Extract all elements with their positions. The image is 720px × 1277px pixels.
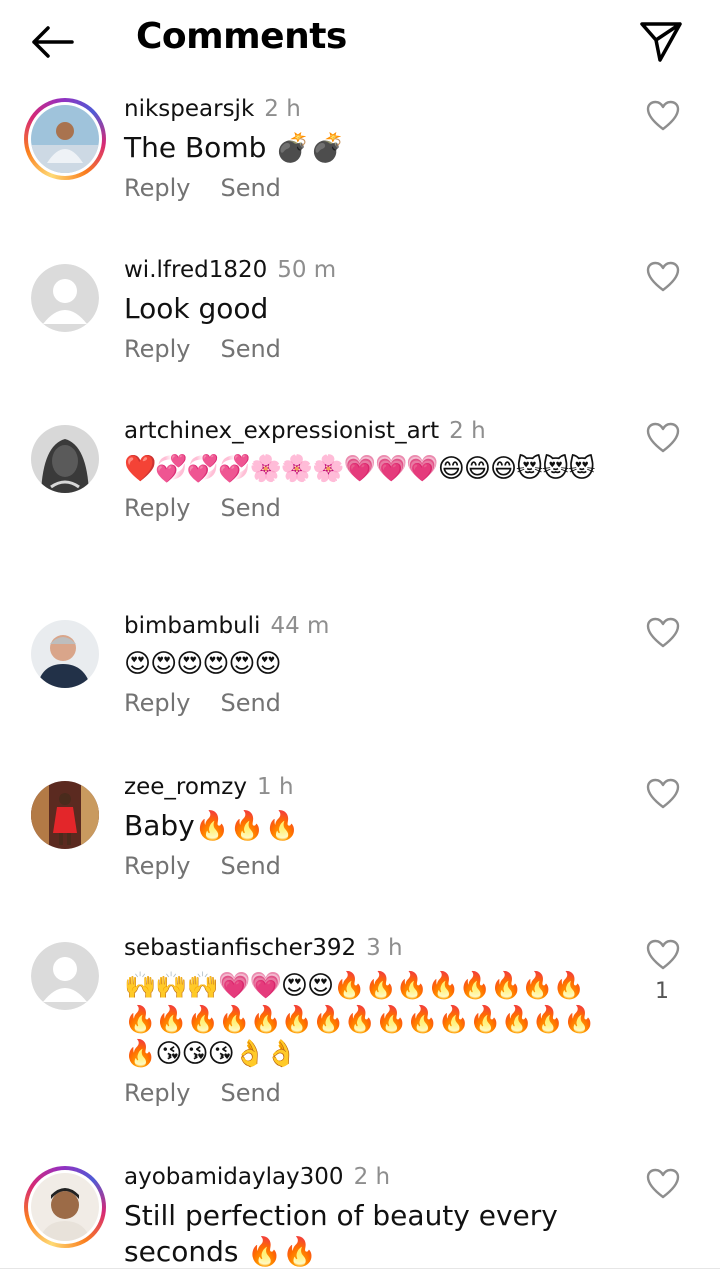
back-arrow-icon[interactable] — [28, 22, 76, 62]
divider — [0, 1268, 720, 1269]
avatar[interactable] — [24, 257, 106, 339]
reply-button[interactable]: Reply — [124, 689, 190, 717]
comment-item: zee_romzy 1 h Baby🔥🔥🔥 Reply Send — [0, 760, 720, 921]
comment-username[interactable]: artchinex_expressionist_art — [124, 418, 439, 444]
send-icon[interactable] — [636, 18, 684, 64]
comment-item: nikspearsjk 2 h The Bomb 💣💣 Reply Send — [0, 82, 720, 243]
header: Comments — [0, 0, 720, 82]
comment-time: 44 m — [270, 613, 330, 639]
comment-text: Baby🔥🔥🔥 — [124, 809, 300, 842]
send-button[interactable]: Send — [220, 1079, 280, 1107]
reply-button[interactable]: Reply — [124, 494, 190, 522]
comment-item: sebastianfischer392 3 h 🙌🙌🙌💗💗😍😍🔥🔥🔥🔥🔥🔥🔥🔥🔥🔥… — [0, 921, 720, 1150]
heart-icon[interactable] — [646, 778, 680, 810]
comment-item: artchinex_expressionist_art 2 h ❤️💞💞💞🌸🌸🌸💗… — [0, 404, 720, 599]
avatar[interactable] — [24, 774, 106, 856]
comment-item: bimbambuli 44 m 😍😍😍😍😍😍 Reply Send — [0, 599, 720, 760]
comment-item: ayobamidaylay300 2 h Still perfection of … — [0, 1150, 720, 1277]
page-title: Comments — [136, 16, 347, 57]
like-count: 1 — [655, 979, 669, 1004]
reply-button[interactable]: Reply — [124, 335, 190, 363]
send-button[interactable]: Send — [220, 174, 280, 202]
send-button[interactable]: Send — [220, 689, 280, 717]
heart-icon[interactable] — [646, 1168, 680, 1200]
avatar[interactable] — [24, 98, 106, 180]
reply-button[interactable]: Reply — [124, 852, 190, 880]
send-button[interactable]: Send — [220, 335, 280, 363]
heart-icon[interactable] — [646, 261, 680, 293]
comment-username[interactable]: ayobamidaylay300 — [124, 1164, 344, 1190]
avatar[interactable] — [24, 613, 106, 695]
reply-button[interactable]: Reply — [124, 174, 190, 202]
comment-text: Still perfection of beauty every seconds… — [124, 1199, 558, 1268]
comment-time: 2 h — [449, 418, 486, 444]
comment-username[interactable]: nikspearsjk — [124, 96, 254, 122]
heart-icon[interactable] — [646, 939, 680, 971]
comment-time: 1 h — [257, 774, 294, 800]
avatar[interactable] — [24, 418, 106, 500]
comment-time: 2 h — [264, 96, 301, 122]
comment-time: 50 m — [277, 257, 337, 283]
heart-icon[interactable] — [646, 100, 680, 132]
heart-icon[interactable] — [646, 422, 680, 454]
comment-time: 3 h — [366, 935, 403, 961]
comment-username[interactable]: sebastianfischer392 — [124, 935, 356, 961]
send-button[interactable]: Send — [220, 494, 280, 522]
comment-text: 🙌🙌🙌💗💗😍😍🔥🔥🔥🔥🔥🔥🔥🔥🔥🔥🔥🔥🔥🔥🔥🔥🔥🔥🔥🔥🔥🔥🔥🔥😘😘😘👌👌 — [124, 971, 596, 1069]
avatar[interactable] — [24, 935, 106, 1017]
heart-icon[interactable] — [646, 617, 680, 649]
comment-list[interactable]: nikspearsjk 2 h The Bomb 💣💣 Reply Send wi.… — [0, 82, 720, 1277]
avatar[interactable] — [24, 1166, 106, 1248]
comment-text: ❤️💞💞💞🌸🌸🌸💗💗💗😄😄😄😻😻😻 — [124, 454, 595, 484]
comment-text: Look good — [124, 292, 269, 325]
send-button[interactable]: Send — [220, 852, 280, 880]
comment-username[interactable]: zee_romzy — [124, 774, 247, 800]
comment-item: wi.lfred1820 50 m Look good Reply Send — [0, 243, 720, 404]
comment-text: The Bomb 💣💣 — [124, 131, 345, 164]
comment-username[interactable]: wi.lfred1820 — [124, 257, 267, 283]
reply-button[interactable]: Reply — [124, 1079, 190, 1107]
comment-username[interactable]: bimbambuli — [124, 613, 260, 639]
comment-time: 2 h — [353, 1164, 391, 1190]
comment-text: 😍😍😍😍😍😍 — [124, 649, 282, 679]
